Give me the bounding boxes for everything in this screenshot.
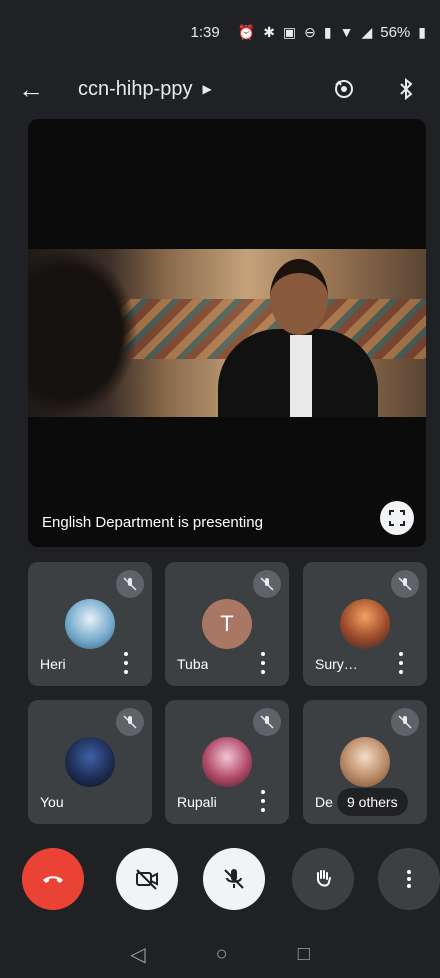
participant-name: Sury… [315,656,358,672]
avatar [340,737,390,787]
avatar [65,599,115,649]
participant-name: De [315,794,333,810]
more-vert-icon[interactable] [118,652,134,674]
raise-hand-button[interactable] [292,848,354,910]
camera-off-icon [136,869,158,890]
app-bar: ← ccn-hihp-ppy ▶ [0,64,440,114]
participant-name: Heri [40,656,66,672]
end-call-button[interactable] [22,848,84,910]
avatar: T [202,599,252,649]
mic-off-icon [224,869,244,889]
more-vert-icon[interactable] [393,652,409,674]
nav-home-icon[interactable]: ○ [216,943,228,966]
status-time: 1:39 [190,23,220,41]
system-nav-bar: ◁ ○ □ [0,930,440,978]
battery-icon: ▮ [418,23,426,40]
more-vert-icon[interactable] [255,790,271,812]
end-call-icon [43,876,63,883]
chevron-right-icon: ▶ [202,82,212,96]
others-chip[interactable]: 9 others [337,788,408,816]
wifi-calling-icon: ▣ [282,23,297,40]
vibrate-icon: ▮ [323,23,332,40]
avatar [340,599,390,649]
fullscreen-icon[interactable] [380,501,414,535]
participant-tile[interactable]: Rupali [165,700,289,824]
presenting-label: English Department is presenting [42,514,263,531]
presentation-view[interactable]: English Department is presenting [28,119,426,547]
participant-tile[interactable]: Sury… [303,562,427,686]
back-arrow-icon[interactable]: ← [18,74,58,105]
participant-tile[interactable]: T Tuba [165,562,289,686]
meeting-code: ccn-hihp-ppy [78,77,193,100]
participant-tile[interactable]: De 9 others [303,700,427,824]
meeting-code-button[interactable]: ccn-hihp-ppy ▶ [78,78,212,101]
call-controls [0,848,440,912]
mic-off-icon [391,570,419,598]
bluetooth-icon: ✱ [263,23,275,40]
speaker-head [270,259,328,335]
signal-icon: ◢ [361,23,373,40]
wifi-icon: ▼ [339,24,354,40]
more-options-button[interactable] [378,848,440,910]
participant-tile[interactable]: You [28,700,152,824]
participant-name: Rupali [177,794,217,810]
video-foreground-figure [28,249,138,417]
mic-off-icon [253,708,281,736]
raise-hand-icon [317,870,331,887]
more-vert-icon[interactable] [255,652,271,674]
avatar [202,737,252,787]
status-bar: 1:39 ⏰ ✱ ▣ ⊖ ▮ ▼ ◢ 56% ▮ [0,0,440,64]
speaker-shirt [290,335,312,417]
more-options-icon [407,870,411,888]
battery-percent: 56% [380,23,411,41]
participant-name: Tuba [177,656,209,672]
mic-off-icon [116,570,144,598]
shared-screen-video [28,249,426,417]
mic-off-icon [391,708,419,736]
participant-tile[interactable]: Heri [28,562,152,686]
mic-off-icon [253,570,281,598]
camera-toggle-button[interactable] [116,848,178,910]
mic-toggle-button[interactable] [203,848,265,910]
dnd-icon: ⊖ [304,23,316,40]
mic-off-icon [116,708,144,736]
nav-back-icon[interactable]: ◁ [130,942,145,967]
avatar [65,737,115,787]
alarm-icon: ⏰ [237,23,256,40]
bluetooth-audio-icon[interactable] [390,73,422,105]
switch-camera-icon[interactable] [328,73,360,105]
participant-name: You [40,794,64,810]
nav-recents-icon[interactable]: □ [298,943,310,966]
